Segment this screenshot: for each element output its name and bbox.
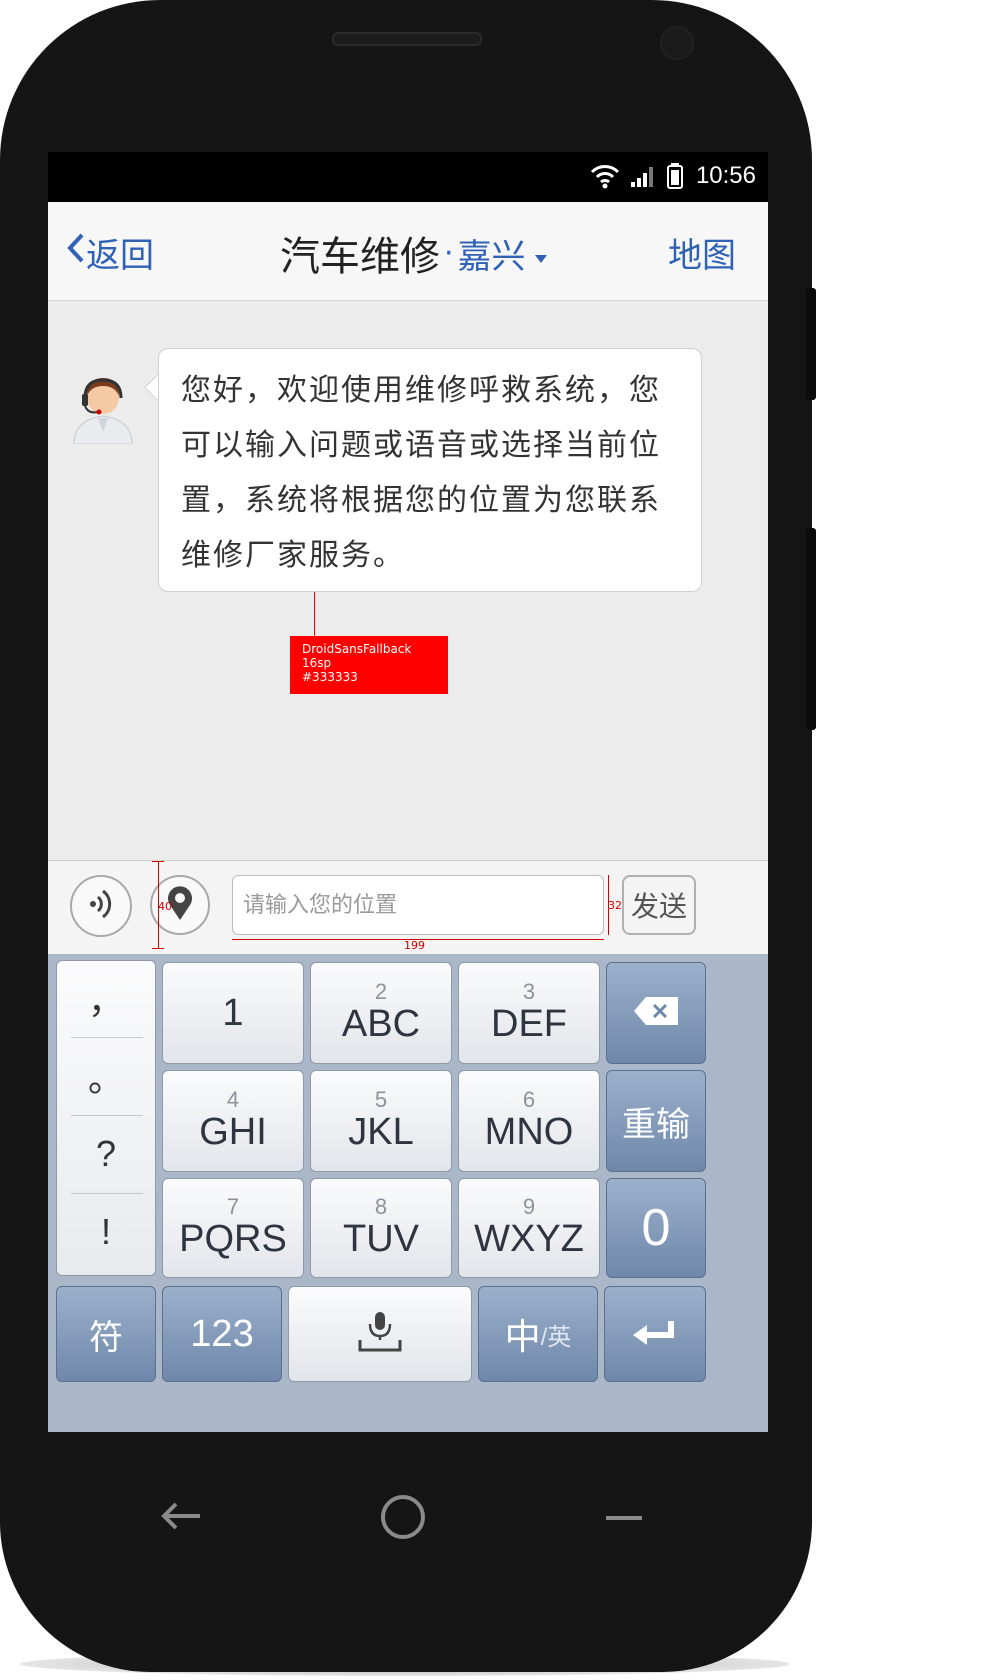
height-guide-cap-top <box>152 861 164 862</box>
enter-icon <box>631 1317 679 1352</box>
status-bar: 10:56 <box>48 152 768 202</box>
key-label: ABC <box>341 1003 421 1045</box>
key-question[interactable]: ? <box>57 1117 155 1191</box>
punctuation-divider <box>71 1193 143 1194</box>
chevron-left-icon <box>66 232 86 273</box>
agent-avatar <box>68 370 138 445</box>
hardware-menu-icon[interactable] <box>604 1508 644 1527</box>
key-digit: 3 <box>522 979 536 1004</box>
send-button[interactable]: 发送 <box>622 875 696 935</box>
city-selector[interactable]: 嘉兴 <box>458 229 548 278</box>
city-label: 嘉兴 <box>457 236 526 277</box>
punctuation-divider <box>71 1037 143 1038</box>
back-button[interactable]: 返回 <box>66 228 154 277</box>
key-label: WXYZ <box>474 1218 584 1260</box>
signal-icon <box>630 164 656 192</box>
voice-button[interactable] <box>70 875 132 937</box>
symbols-key[interactable]: 符 <box>56 1286 156 1382</box>
backspace-key[interactable] <box>606 962 706 1064</box>
lang-alt-label: /英 <box>540 1323 572 1351</box>
voice-icon <box>86 886 116 926</box>
key-2-abc[interactable]: 2 ABC <box>310 962 452 1064</box>
key-label: PQRS <box>179 1218 287 1260</box>
key-digit: 2 <box>374 979 388 1004</box>
power-button <box>806 528 816 730</box>
page-title: 汽车维修 <box>280 234 440 280</box>
battery-icon <box>666 162 684 194</box>
key-period[interactable]: 。 <box>57 1039 155 1113</box>
title-group: 汽车维修 · 嘉兴 <box>280 224 548 282</box>
punctuation-divider <box>71 1115 143 1116</box>
key-exclamation[interactable]: ! <box>57 1195 155 1269</box>
key-digit: 6 <box>522 1087 536 1112</box>
caret-down-icon <box>534 233 548 273</box>
front-camera <box>660 26 694 60</box>
reinput-key[interactable]: 重输 <box>606 1070 706 1172</box>
lang-main-label: 中 <box>504 1316 541 1357</box>
annotation-leader-line <box>314 592 315 636</box>
volume-button <box>806 288 816 400</box>
backspace-icon <box>632 995 680 1032</box>
space-key[interactable] <box>288 1286 472 1382</box>
key-comma[interactable]: ， <box>57 961 155 1035</box>
input-width-guide-label: 199 <box>404 939 425 952</box>
key-8-tuv[interactable]: 8 TUV <box>310 1178 452 1278</box>
key-label: 1 <box>222 992 244 1034</box>
key-label: GHI <box>199 1111 267 1153</box>
font-spec-color: #333333 <box>302 670 358 684</box>
font-spec-size: 16sp <box>302 656 332 670</box>
key-digit: 4 <box>226 1087 240 1112</box>
hardware-home-icon[interactable] <box>380 1494 426 1544</box>
key-label: TUV <box>343 1218 419 1260</box>
font-spec-family: DroidSansFallback <box>302 642 412 656</box>
key-label: MNO <box>484 1111 574 1153</box>
key-label: JKL <box>348 1111 414 1153</box>
back-label: 返回 <box>86 236 154 276</box>
map-button[interactable]: 地图 <box>668 228 736 277</box>
key-6-mno[interactable]: 6 MNO <box>458 1070 600 1172</box>
key-9-wxyz[interactable]: 9 WXYZ <box>458 1178 600 1278</box>
key-label: DEF <box>491 1003 567 1045</box>
key-digit: 7 <box>226 1194 240 1219</box>
key-digit: 8 <box>374 1194 388 1219</box>
input-height-guide-label: 32 <box>608 899 622 912</box>
microphone-space-icon <box>356 1310 404 1359</box>
message-text: 您好，欢迎使用维修呼救系统，您可以输入问题或语音或选择当前位置，系统将根据您的位… <box>181 373 661 573</box>
key-1[interactable]: 1 <box>162 962 304 1064</box>
wifi-icon <box>590 162 620 194</box>
chat-bubble: 您好，欢迎使用维修呼救系统，您可以输入问题或语音或选择当前位置，系统将根据您的位… <box>158 348 702 592</box>
clock: 10:56 <box>695 162 756 189</box>
key-0[interactable]: 0 <box>606 1178 706 1278</box>
key-7-pqrs[interactable]: 7 PQRS <box>162 1178 304 1278</box>
t9-keyboard: ， 。 ? ! 1 2 ABC 3 DEF 4 GHI 5 JKL 6 MNO … <box>48 954 768 1432</box>
hardware-back-icon[interactable] <box>160 1500 202 1536</box>
key-digit: 5 <box>374 1087 388 1112</box>
title-bar: 返回 汽车维修 · 嘉兴 地图 <box>48 202 768 301</box>
font-spec-annotation: DroidSansFallback 16sp #333333 <box>290 636 448 694</box>
input-bar: 40 32 199 发送 <box>48 860 768 955</box>
numbers-key[interactable]: 123 <box>162 1286 282 1382</box>
height-guide-cap-bottom <box>152 948 164 949</box>
key-digit: 9 <box>522 1194 536 1219</box>
key-5-jkl[interactable]: 5 JKL <box>310 1070 452 1172</box>
title-separator: · <box>444 235 454 271</box>
punctuation-column: ， 。 ? ! <box>56 960 156 1276</box>
location-input[interactable] <box>232 875 604 935</box>
earpiece-speaker <box>332 32 482 46</box>
language-switch-key[interactable]: 中 /英 <box>478 1286 598 1382</box>
key-3-def[interactable]: 3 DEF <box>458 962 600 1064</box>
height-guide-label: 40 <box>158 900 172 913</box>
key-4-ghi[interactable]: 4 GHI <box>162 1070 304 1172</box>
enter-key[interactable] <box>604 1286 706 1382</box>
phone-screen: 10:56 返回 汽车维修 · 嘉兴 地图 您好，欢迎使用维修呼救系统，您可以输… <box>48 152 768 1432</box>
